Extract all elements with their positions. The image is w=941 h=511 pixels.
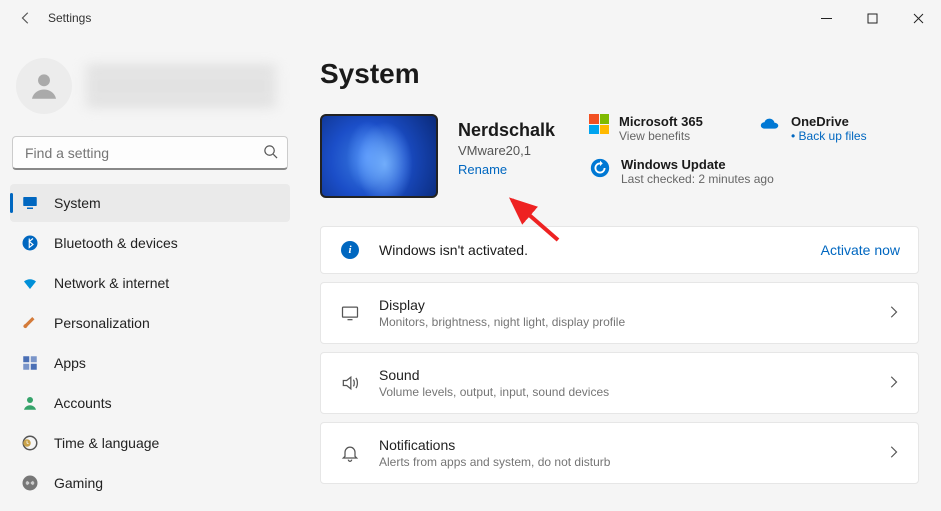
rename-link[interactable]: Rename [458,162,555,177]
onedrive-title: OneDrive [791,114,867,129]
card-onedrive[interactable]: OneDrive Back up files [759,114,919,143]
device-model: VMware20,1 [458,143,555,158]
sidebar-item-system[interactable]: System [10,184,290,222]
settings-item-notifications[interactable]: Notifications Alerts from apps and syste… [320,422,919,484]
device-name: Nerdschalk [458,120,555,141]
profile-name-redacted [86,66,276,106]
card-windows-update[interactable]: Windows Update Last checked: 2 minutes a… [589,157,919,186]
microsoft-logo-icon [589,114,609,134]
brush-icon [20,313,40,333]
chevron-right-icon [886,375,900,392]
maximize-button[interactable] [849,0,895,36]
search-icon [263,144,278,162]
device-info: Nerdschalk VMware20,1 Rename [458,114,555,177]
gaming-icon [20,473,40,493]
sidebar-item-label: Network & internet [54,275,169,291]
clock-icon [20,433,40,453]
sidebar-item-accounts[interactable]: Accounts [10,384,290,422]
page-title: System [320,58,919,90]
onedrive-sub: Back up files [791,129,867,143]
ms365-sub: View benefits [619,129,703,143]
sidebar: System Bluetooth & devices Network & int… [0,36,300,511]
search-box[interactable] [12,136,288,170]
activation-card[interactable]: i Windows isn't activated. Activate now [320,226,919,274]
update-sub: Last checked: 2 minutes ago [621,172,774,186]
activate-now-link[interactable]: Activate now [821,242,900,258]
bluetooth-icon [20,233,40,253]
activation-text: Windows isn't activated. [379,242,528,258]
settings-item-sound[interactable]: Sound Volume levels, output, input, soun… [320,352,919,414]
sidebar-item-label: System [54,195,101,211]
avatar [16,58,72,114]
info-icon: i [339,241,361,259]
side-cards: Microsoft 365 View benefits OneDrive Bac… [589,114,919,186]
account-icon [20,393,40,413]
card-ms365[interactable]: Microsoft 365 View benefits [589,114,749,143]
item-sub: Monitors, brightness, night light, displ… [379,315,625,329]
sidebar-item-network[interactable]: Network & internet [10,264,290,302]
sidebar-item-label: Time & language [54,435,159,451]
main-content: System Nerdschalk VMware20,1 Rename Micr… [300,36,941,511]
system-icon [20,193,40,213]
window-controls [803,0,941,36]
ms365-title: Microsoft 365 [619,114,703,129]
titlebar: Settings [0,0,941,36]
update-title: Windows Update [621,157,774,172]
search-input[interactable] [12,136,288,170]
item-title: Display [379,297,625,313]
sidebar-item-label: Apps [54,355,86,371]
minimize-button[interactable] [803,0,849,36]
window-title: Settings [48,11,91,25]
profile-block[interactable] [10,46,290,132]
display-icon [339,303,361,323]
sidebar-item-bluetooth[interactable]: Bluetooth & devices [10,224,290,262]
item-title: Sound [379,367,609,383]
sidebar-item-personalization[interactable]: Personalization [10,304,290,342]
apps-icon [20,353,40,373]
device-thumbnail[interactable] [320,114,438,198]
sidebar-item-label: Personalization [54,315,150,331]
item-sub: Volume levels, output, input, sound devi… [379,385,609,399]
settings-item-display[interactable]: Display Monitors, brightness, night ligh… [320,282,919,344]
sidebar-item-apps[interactable]: Apps [10,344,290,382]
sidebar-item-label: Bluetooth & devices [54,235,178,251]
back-button[interactable] [14,6,38,30]
device-row: Nerdschalk VMware20,1 Rename Microsoft 3… [320,114,919,198]
close-button[interactable] [895,0,941,36]
sound-icon [339,373,361,393]
sidebar-item-gaming[interactable]: Gaming [10,464,290,502]
wifi-icon [20,273,40,293]
item-title: Notifications [379,437,610,453]
onedrive-icon [759,114,781,139]
chevron-right-icon [886,305,900,322]
bell-icon [339,443,361,463]
sidebar-item-time-language[interactable]: Time & language [10,424,290,462]
sidebar-item-label: Accounts [54,395,112,411]
chevron-right-icon [886,445,900,462]
item-sub: Alerts from apps and system, do not dist… [379,455,610,469]
sidebar-item-label: Gaming [54,475,103,491]
update-icon [589,157,611,182]
nav-list: System Bluetooth & devices Network & int… [10,184,290,502]
